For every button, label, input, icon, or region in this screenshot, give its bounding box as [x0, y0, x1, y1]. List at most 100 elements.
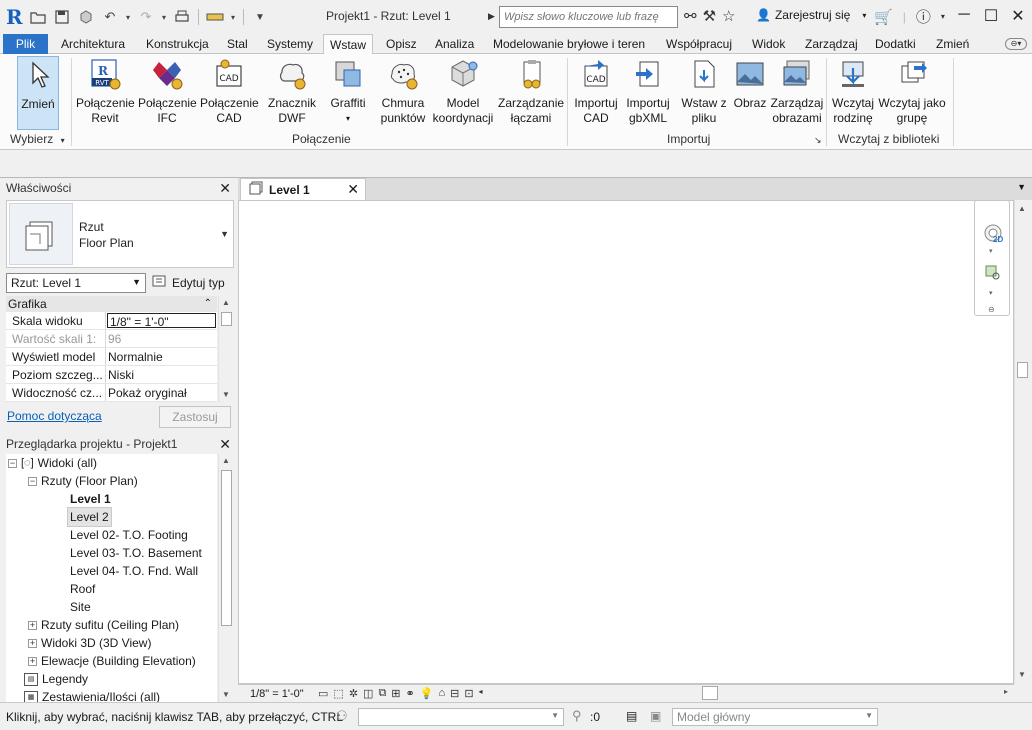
tab-structure[interactable]: Konstrukcja	[140, 34, 215, 54]
tree-node-ceiling-plans[interactable]: + Rzuty sufitu (Ceiling Plan)	[28, 616, 179, 634]
zoom-icon[interactable]	[985, 265, 1001, 284]
search-input[interactable]	[499, 6, 678, 28]
print-icon[interactable]	[172, 7, 192, 27]
workset-icon[interactable]: ⚇	[336, 708, 348, 724]
tree-node-level-04[interactable]: Level 04- T.O. Fnd. Wall	[70, 562, 198, 580]
tree-node-site[interactable]: Site	[70, 598, 91, 616]
tree-node-level-2[interactable]: Level 2	[67, 507, 112, 527]
tab-collaborate[interactable]: Współpracuj	[660, 34, 738, 54]
measure-icon[interactable]	[205, 7, 225, 27]
open-icon[interactable]	[28, 7, 48, 27]
tree-node-schedules[interactable]: ▦ Zestawienia/Ilości (all)	[24, 688, 160, 702]
search-expand-icon[interactable]: ▶	[488, 11, 495, 22]
ribbon-minimize-toggle[interactable]: ⊖▾	[1005, 38, 1027, 50]
instance-selector[interactable]: Rzut: Level 1 ▼	[6, 273, 146, 293]
tab-systems[interactable]: Systemy	[261, 34, 319, 54]
graphics-group-header[interactable]: Grafika ⌃	[6, 296, 217, 312]
view-tabs-menu-icon[interactable]: ▼	[1017, 182, 1026, 192]
design-option-selector[interactable]: Model główny ▼	[672, 708, 878, 726]
tab-architecture[interactable]: Architektura	[55, 34, 131, 54]
scroll-thumb[interactable]	[702, 686, 718, 700]
scroll-down-icon[interactable]: ▼	[222, 390, 230, 399]
close-button[interactable]: ✕	[1006, 6, 1030, 26]
load-family-button[interactable]: Wczytaj rodzinę	[829, 56, 877, 130]
coordination-model-button[interactable]: Model koordynacji	[432, 56, 494, 130]
properties-help-link[interactable]: Pomoc dotycząca	[7, 409, 102, 423]
sync-icon[interactable]	[76, 7, 96, 27]
link-cad-button[interactable]: CAD Połączenie CAD	[200, 56, 259, 130]
minimize-button[interactable]: ─	[952, 6, 976, 24]
insert-from-file-button[interactable]: Wstaw z pliku	[678, 56, 730, 130]
expand-icon[interactable]: +	[28, 620, 37, 630]
tree-node-level-02[interactable]: Level 02- T.O. Footing	[70, 526, 188, 544]
temporary-hide-icon[interactable]: ⚭	[406, 687, 415, 700]
tree-node-views[interactable]: − [◌] Widoki (all)	[8, 454, 97, 472]
close-icon[interactable]: ✕	[219, 178, 231, 198]
parts-visibility-field[interactable]: Pokaż oryginał	[106, 384, 217, 401]
shadows-icon[interactable]: ◫	[363, 687, 373, 700]
scroll-down-icon[interactable]: ▼	[222, 690, 230, 699]
star-icon[interactable]: ☆	[722, 7, 735, 25]
cart-icon[interactable]: 🛒	[874, 8, 893, 26]
visual-style-icon[interactable]: ⬚	[333, 687, 343, 700]
save-icon[interactable]	[52, 7, 72, 27]
dropdown-arrow-icon[interactable]: ▾	[229, 7, 237, 27]
tree-node-elevations[interactable]: + Elewacje (Building Elevation)	[28, 652, 196, 670]
canvas-vertical-scrollbar[interactable]: ▲ ▼	[1014, 200, 1030, 684]
sun-path-icon[interactable]: ✲	[349, 687, 358, 700]
scroll-up-icon[interactable]: ▲	[222, 456, 230, 465]
nav-bar-options-icon[interactable]: ⊖	[988, 305, 995, 314]
collapse-icon[interactable]: −	[28, 476, 37, 486]
reveal-hidden-icon[interactable]: 💡	[420, 687, 434, 700]
analytical-model-icon[interactable]: ⊟	[450, 687, 459, 700]
type-selector[interactable]: Rzut Floor Plan ▼	[6, 200, 234, 268]
tab-analyze[interactable]: Analiza	[429, 34, 480, 54]
link-ifc-button[interactable]: Połączenie IFC	[138, 56, 197, 130]
tab-modify[interactable]: Zmień	[930, 34, 975, 54]
image-button[interactable]: Obraz	[730, 56, 770, 130]
view-scale-button[interactable]: 1/8" = 1'-0"	[238, 688, 318, 700]
tree-node-level-1[interactable]: Level 1	[70, 490, 111, 508]
view-tab-level-1[interactable]: Level 1 ✕	[240, 178, 366, 200]
dropdown-arrow-icon[interactable]: ▾	[160, 7, 168, 27]
close-icon[interactable]: ✕	[219, 434, 231, 454]
tab-steel[interactable]: Stal	[221, 34, 254, 54]
temporary-view-properties-icon[interactable]: ⌂	[438, 687, 445, 700]
chevron-down-icon[interactable]: ▾	[989, 247, 993, 255]
scroll-right-icon[interactable]: ▸	[1004, 687, 1008, 696]
design-options-icon[interactable]: ▣	[650, 709, 661, 723]
browser-scrollbar[interactable]: ▲ ▼	[218, 454, 234, 702]
select-panel-label[interactable]: Wybierz ▾	[10, 132, 65, 146]
point-cloud-button[interactable]: Chmura punktów	[376, 56, 430, 130]
manage-links-button[interactable]: Zarządzanie łączami	[498, 56, 564, 130]
filter-icon[interactable]: ⚲	[572, 708, 582, 724]
tab-annotate[interactable]: Opisz	[380, 34, 423, 54]
tab-addins[interactable]: Dodatki	[869, 34, 922, 54]
edit-type-button[interactable]: Edytuj typ	[152, 274, 225, 291]
highlight-displacement-icon[interactable]: ⊡	[464, 687, 473, 700]
tab-massing-site[interactable]: Modelowanie bryłowe i teren	[487, 34, 651, 54]
chevron-down-icon[interactable]: ▼	[220, 229, 229, 239]
undo-icon[interactable]: ↶	[100, 7, 120, 27]
canvas-horizontal-scrollbar[interactable]: ▸	[554, 686, 1010, 700]
scroll-thumb[interactable]	[221, 312, 232, 326]
collapse-icon[interactable]: −	[8, 458, 17, 468]
customize-icon[interactable]: ▼	[250, 7, 270, 27]
help-icon[interactable]: ⓘ	[916, 6, 931, 27]
link-revit-button[interactable]: R RVT Połączenie Revit	[76, 56, 135, 130]
subscription-icon[interactable]: ⚒	[703, 7, 716, 25]
tree-node-legends[interactable]: ▤ Legendy	[24, 670, 88, 688]
close-icon[interactable]: ✕	[347, 181, 359, 198]
tree-node-level-03[interactable]: Level 03- T.O. Basement	[70, 544, 202, 562]
dropdown-arrow-icon[interactable]: ▾	[124, 7, 132, 27]
tab-insert[interactable]: Wstaw	[323, 34, 373, 55]
chevron-down-icon[interactable]: ▾	[989, 289, 993, 297]
scroll-thumb[interactable]	[1017, 362, 1028, 378]
tree-node-3d-views[interactable]: + Widoki 3D (3D View)	[28, 634, 151, 652]
crop-view-icon[interactable]: ⧉	[378, 687, 386, 700]
dwf-markup-button[interactable]: Znacznik DWF	[264, 56, 320, 130]
decal-button[interactable]: Graffiti ▾	[326, 56, 370, 130]
scroll-up-icon[interactable]: ▲	[1018, 204, 1026, 213]
manage-images-button[interactable]: Zarządzaj obrazami	[770, 56, 824, 130]
import-dialog-launcher-icon[interactable]: ↘	[814, 135, 822, 146]
